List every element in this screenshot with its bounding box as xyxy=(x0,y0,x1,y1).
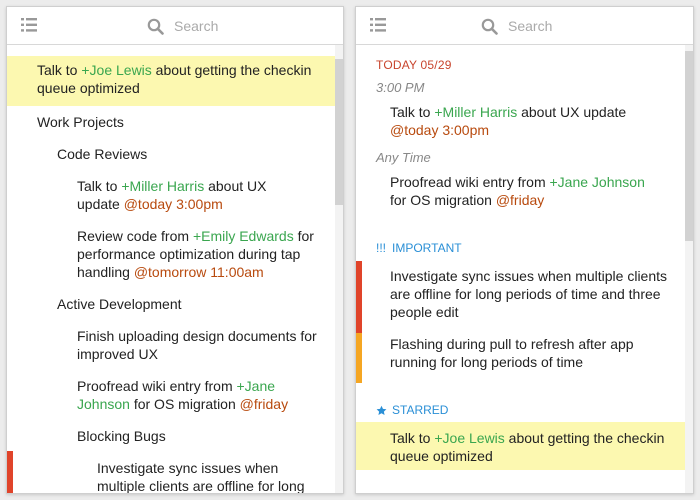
contact-link[interactable]: +Joe Lewis xyxy=(81,62,151,78)
priority-indicator xyxy=(7,451,13,493)
section-title: IMPORTANT xyxy=(392,241,462,255)
right-pane: TODAY 05/29 3:00 PM Talk to +Miller Harr… xyxy=(355,6,694,494)
list-item[interactable]: Investigate sync issues when multiple cl… xyxy=(390,267,670,321)
exclamation-icon: !!! xyxy=(376,241,387,255)
date-tag[interactable]: @friday xyxy=(496,192,544,208)
section-title: STARRED xyxy=(392,403,449,417)
list-item[interactable]: Talk to +Joe Lewis about getting the che… xyxy=(356,422,686,470)
search-box[interactable] xyxy=(481,17,628,35)
search-icon xyxy=(481,18,498,35)
task-text: Review code from xyxy=(77,228,193,244)
left-pane: Talk to +Joe Lewis about getting the che… xyxy=(6,6,344,494)
task-text: Talk to xyxy=(390,430,435,446)
list-icon[interactable] xyxy=(370,18,386,32)
project-heading[interactable]: Blocking Bugs xyxy=(77,427,166,445)
list-item[interactable]: Finish uploading design documents for im… xyxy=(77,327,317,363)
list-item[interactable]: Proofread wiki entry from +Jane Johnson … xyxy=(390,173,665,209)
priority-indicator xyxy=(356,261,362,333)
list-item[interactable]: Proofread wiki entry from +Jane Johnson … xyxy=(77,377,302,413)
date-heading: TODAY 05/29 xyxy=(376,58,452,72)
date-tag[interactable]: @today 3:00pm xyxy=(390,122,489,138)
search-box[interactable] xyxy=(147,17,294,35)
priority-indicator xyxy=(356,333,362,383)
project-heading[interactable]: Work Projects xyxy=(37,113,124,131)
contact-link[interactable]: +Joe Lewis xyxy=(434,430,504,446)
contact-link[interactable]: +Jane Johnson xyxy=(550,174,645,190)
task-text: Talk to xyxy=(77,178,122,194)
list-item[interactable]: Review code from +Emily Edwards for perf… xyxy=(77,227,317,281)
task-text: Talk to xyxy=(390,104,435,120)
list-item[interactable]: Investigate sync issues when multiple cl… xyxy=(97,459,322,493)
task-text: Talk to xyxy=(37,62,82,78)
agenda-list: TODAY 05/29 3:00 PM Talk to +Miller Harr… xyxy=(356,45,693,493)
time-label: Any Time xyxy=(376,150,431,165)
contact-link[interactable]: +Miller Harris xyxy=(121,178,204,194)
date-tag[interactable]: @tomorrow 11:00am xyxy=(134,264,264,280)
toolbar xyxy=(356,7,693,45)
task-text: Proofread wiki entry from xyxy=(390,174,550,190)
search-icon xyxy=(147,18,164,35)
task-list: Talk to +Joe Lewis about getting the che… xyxy=(7,45,343,493)
list-icon[interactable] xyxy=(21,18,37,32)
search-input[interactable] xyxy=(508,18,628,34)
list-item[interactable]: Talk to +Miller Harris about UX update @… xyxy=(77,177,302,213)
list-item[interactable]: Talk to +Miller Harris about UX update @… xyxy=(390,103,630,139)
toolbar xyxy=(7,7,343,45)
star-icon xyxy=(376,405,387,415)
list-item[interactable]: Flashing during pull to refresh after ap… xyxy=(390,335,660,371)
task-text: for OS migration xyxy=(390,192,496,208)
project-heading[interactable]: Code Reviews xyxy=(57,145,147,163)
task-text: for OS migration xyxy=(129,396,240,412)
section-heading-important: !!! IMPORTANT xyxy=(376,239,462,257)
section-heading-starred: STARRED xyxy=(376,401,448,419)
scrollbar-thumb[interactable] xyxy=(685,51,693,241)
date-tag[interactable]: @today 3:00pm xyxy=(124,196,223,212)
time-label: 3:00 PM xyxy=(376,80,425,95)
search-input[interactable] xyxy=(174,18,294,34)
contact-link[interactable]: +Emily Edwards xyxy=(193,228,294,244)
task-text: about UX update xyxy=(517,104,627,120)
scrollbar[interactable] xyxy=(335,45,343,493)
scrollbar-thumb[interactable] xyxy=(335,59,343,205)
scrollbar[interactable] xyxy=(685,45,693,493)
task-text: Proofread wiki entry from xyxy=(77,378,237,394)
list-item[interactable]: Talk to +Joe Lewis about getting the che… xyxy=(7,56,336,106)
date-tag[interactable]: @friday xyxy=(240,396,288,412)
contact-link[interactable]: +Miller Harris xyxy=(434,104,517,120)
project-heading[interactable]: Active Development xyxy=(57,295,182,313)
